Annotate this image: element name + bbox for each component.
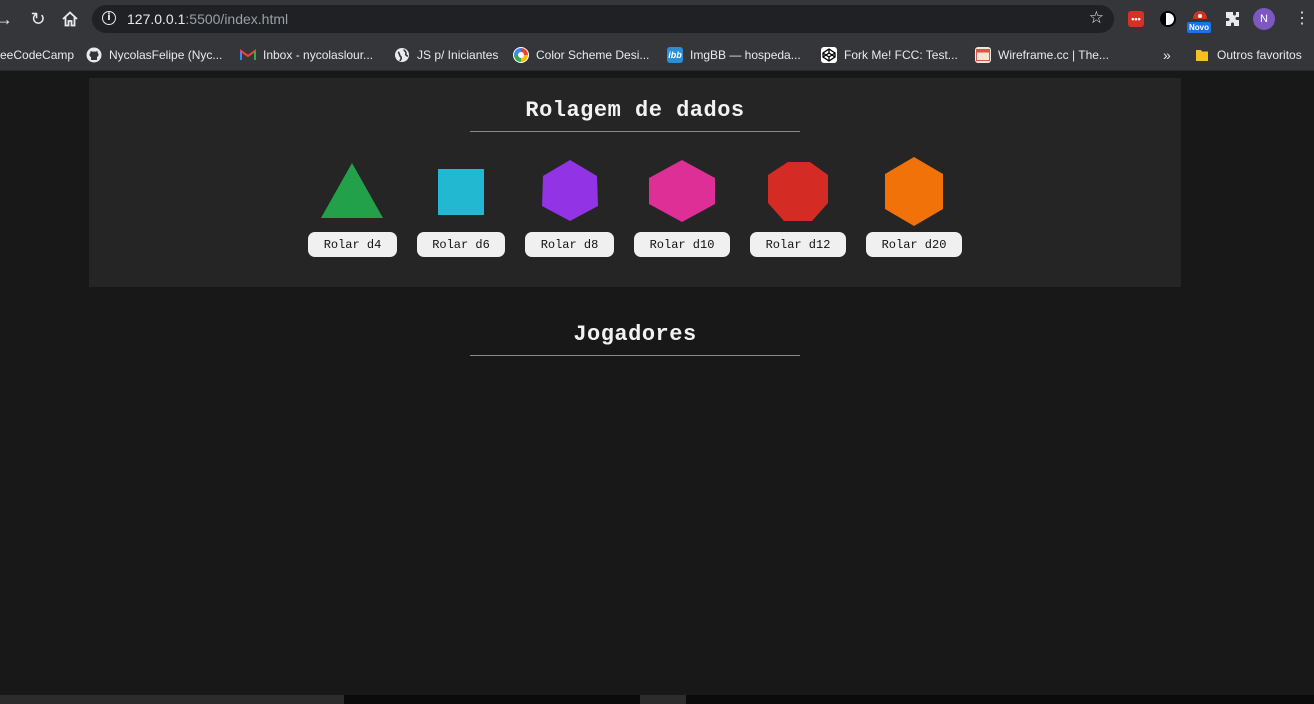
bookmarks-bar: eeCodeCamp NycolasFelipe (Nyc... Inbox -… [0, 38, 1314, 71]
extension-red-icon[interactable]: ••• [1128, 11, 1144, 27]
browser-toolbar: → ↻ i 127.0.0.1:5500/index.html ☆ ••• No… [0, 0, 1314, 38]
d4-die-icon [321, 163, 383, 218]
bookmark-item[interactable]: NycolasFelipe (Nyc... [86, 42, 222, 68]
profile-avatar[interactable]: N [1253, 8, 1275, 30]
roll-d4-button[interactable]: Rolar d4 [308, 232, 397, 257]
d4-shape [321, 163, 383, 218]
d20-die-icon [885, 157, 943, 226]
home-icon[interactable] [58, 7, 82, 31]
bookmark-item[interactable]: Color Scheme Desi... [513, 42, 649, 68]
players-section-title: Jogadores [573, 322, 697, 347]
bookmark-item[interactable]: Wireframe.cc | The... [975, 42, 1109, 68]
dice-section-title: Rolagem de dados [525, 98, 745, 123]
roll-d8-button[interactable]: Rolar d8 [525, 232, 614, 257]
taskbar-search-area[interactable] [0, 695, 344, 704]
github-icon [86, 47, 102, 63]
dark-mode-extension-icon[interactable] [1160, 11, 1176, 27]
bookmark-label: Outros favoritos [1217, 48, 1302, 62]
roll-d6-button[interactable]: Rolar d6 [417, 232, 505, 257]
bookmark-label: JS p/ Iniciantes [417, 48, 499, 62]
roll-d20-button[interactable]: Rolar d20 [866, 232, 962, 257]
reload-icon[interactable]: ↻ [26, 7, 50, 31]
d12-die-icon [768, 162, 828, 221]
bookmarks-overflow-button[interactable]: » [1163, 42, 1171, 68]
colorscheme-icon [513, 47, 529, 63]
address-url[interactable]: 127.0.0.1:5500/index.html [127, 11, 288, 27]
bookmark-item[interactable]: JS p/ Iniciantes [394, 42, 498, 68]
dice-title-divider [470, 131, 800, 132]
d12-shape [768, 162, 828, 221]
wireframe-icon [975, 47, 991, 63]
d10-die-icon [649, 160, 715, 222]
bookmark-item[interactable]: Inbox - nycolaslour... [240, 42, 373, 68]
d6-shape [438, 169, 484, 215]
codepen-icon [821, 47, 837, 63]
bookmark-star-icon[interactable]: ☆ [1089, 8, 1104, 28]
bookmark-label: ImgBB — hospeda... [690, 48, 801, 62]
bookmark-label: eeCodeCamp [0, 48, 75, 62]
roll-d12-button[interactable]: Rolar d12 [750, 232, 846, 257]
bookmark-item[interactable]: Fork Me! FCC: Test... [821, 42, 958, 68]
bookmark-label: Wireframe.cc | The... [998, 48, 1109, 62]
gmail-icon [240, 47, 256, 63]
site-info-icon[interactable]: i [102, 11, 116, 25]
roll-d10-button[interactable]: Rolar d10 [634, 232, 730, 257]
browser-menu-icon[interactable]: ⋮ [1294, 9, 1310, 29]
bookmark-label: Inbox - nycolaslour... [263, 48, 374, 62]
globe-icon [394, 47, 410, 63]
taskbar-app[interactable] [640, 695, 686, 704]
bookmark-label: NycolasFelipe (Nyc... [109, 48, 223, 62]
d8-die-icon [542, 160, 598, 221]
address-bar[interactable]: i 127.0.0.1:5500/index.html ☆ [92, 5, 1114, 33]
d6-die-icon [438, 169, 484, 215]
d10-shape [649, 160, 715, 222]
novo-badge: Novo [1187, 22, 1211, 33]
d20-shape [885, 157, 943, 226]
bookmark-label: Color Scheme Desi... [536, 48, 650, 62]
imgbb-icon: ibb [667, 47, 683, 63]
d8-shape [542, 160, 598, 221]
other-bookmarks-folder[interactable]: Outros favoritos [1194, 42, 1302, 68]
bookmark-label: Fork Me! FCC: Test... [844, 48, 958, 62]
players-title-divider [470, 355, 800, 356]
extensions-puzzle-icon[interactable] [1222, 9, 1242, 29]
folder-icon [1194, 47, 1210, 63]
bookmark-item[interactable]: ibb ImgBB — hospeda... [667, 42, 801, 68]
bookmark-item[interactable]: eeCodeCamp [0, 42, 74, 68]
forward-icon[interactable]: → [0, 7, 16, 31]
os-taskbar [0, 695, 1314, 704]
